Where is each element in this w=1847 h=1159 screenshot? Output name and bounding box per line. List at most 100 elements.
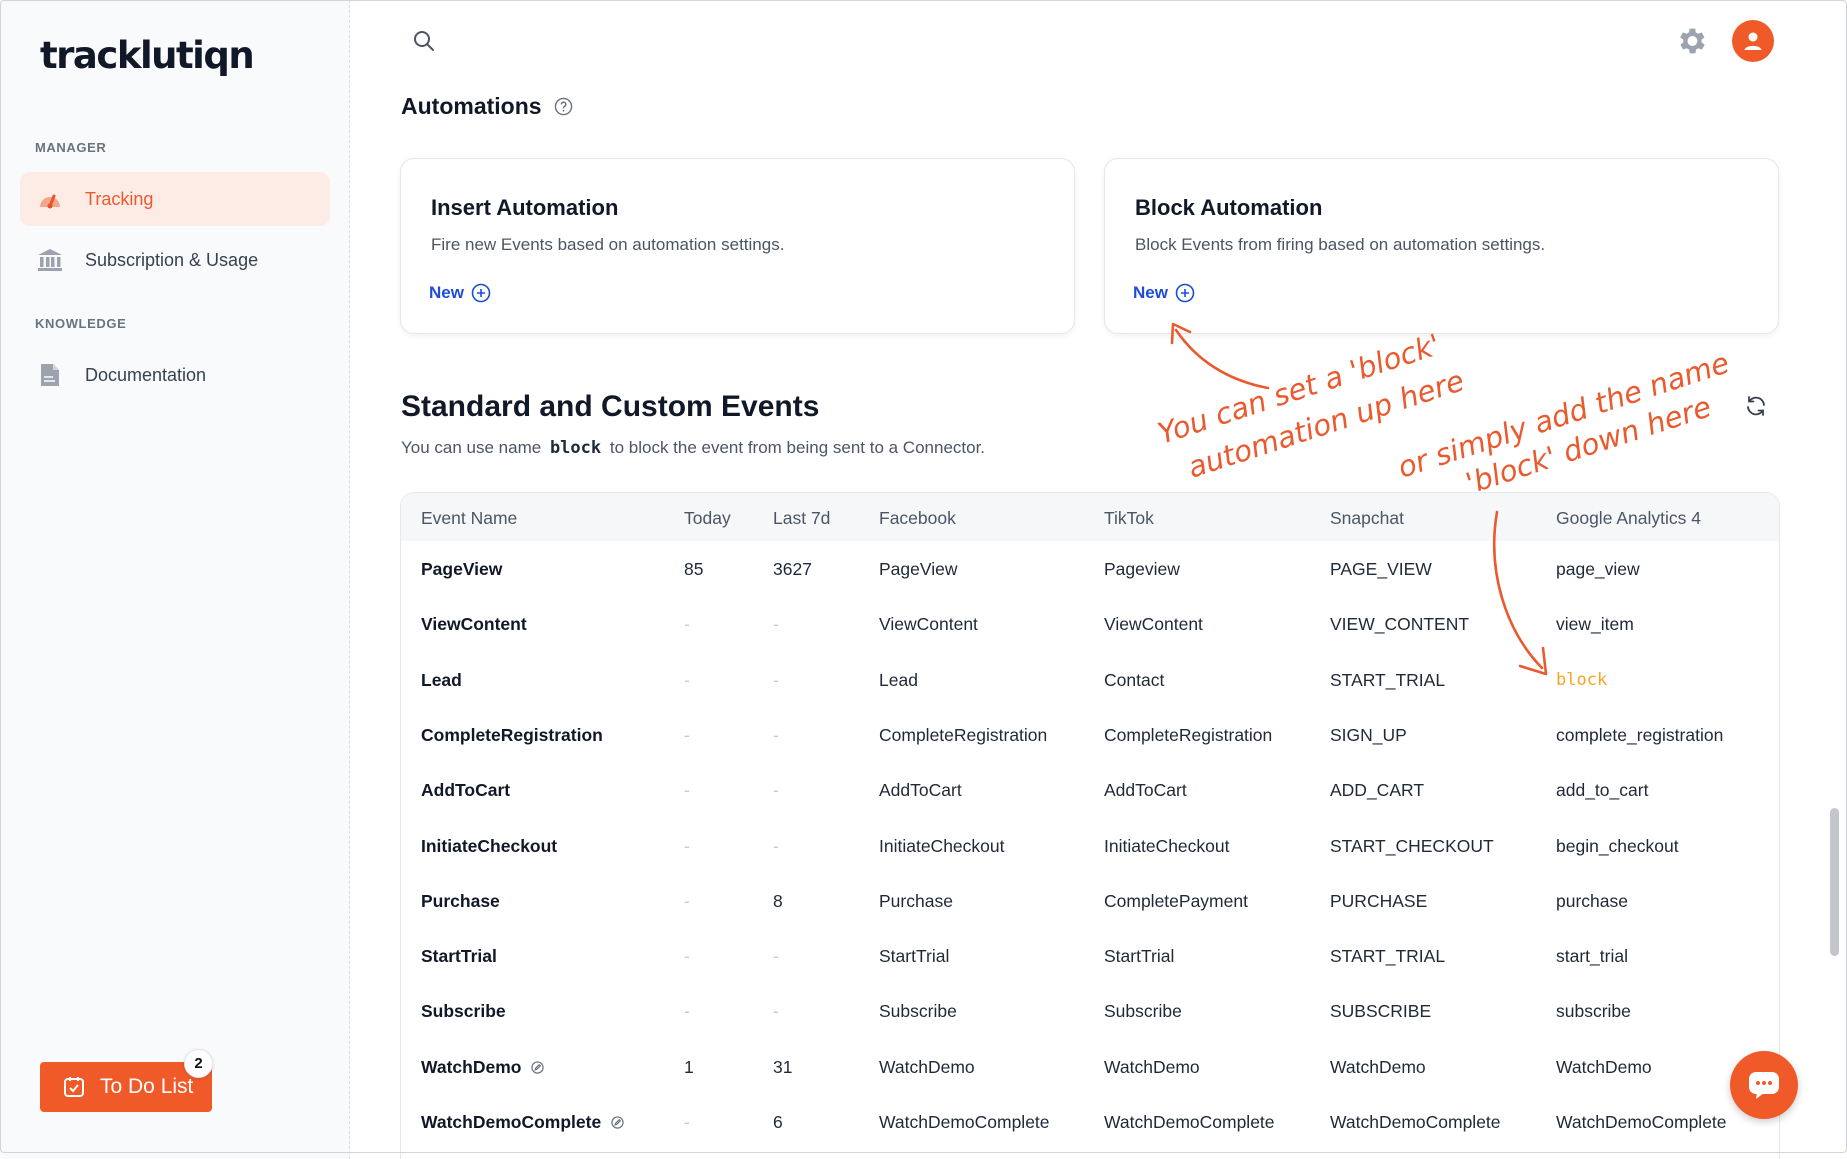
cell-text: subscribe — [1556, 1001, 1631, 1022]
cell-text: page_view — [1556, 559, 1640, 579]
column-header-ga4[interactable]: Google Analytics 4 — [1556, 508, 1701, 529]
cell-ga4: WatchDemoComplete — [1556, 1112, 1727, 1133]
app-logo[interactable]: tracklutiqn — [40, 34, 255, 77]
cell-today: - — [684, 780, 690, 801]
cell-text: CompleteRegistration — [421, 724, 603, 745]
plus-circle-icon — [471, 283, 491, 303]
cell-today: - — [684, 670, 690, 691]
cell-text: Pageview — [1104, 559, 1180, 579]
todo-count-badge: 2 — [184, 1049, 213, 1078]
cell-text: 3627 — [773, 559, 812, 579]
new-insert-automation-button[interactable]: New — [429, 283, 491, 303]
table-row[interactable]: ViewContent - - ViewContent ViewContent VIEW_… — [401, 596, 1779, 651]
cell-text: PageView — [879, 559, 958, 579]
cell-facebook: Purchase — [879, 891, 953, 912]
table-row[interactable]: Subscribe - - Subscribe Subscribe SUBSCRIBE su… — [401, 983, 1779, 1038]
subtitle-prefix: You can use name — [401, 438, 542, 457]
app-window: tracklutiqn MANAGER Tracking Subscriptio… — [0, 0, 1847, 1159]
subtitle-suffix: to block the event from being sent to a … — [609, 438, 986, 457]
cell-today: - — [684, 891, 690, 912]
table-row[interactable]: PageView 85 3627 PageView Pageview PAGE_VIEW p… — [401, 541, 1779, 596]
cell-text: CompleteRegistration — [879, 724, 1048, 745]
cell-tiktok: Subscribe — [1104, 1001, 1182, 1022]
cell-today: - — [684, 725, 690, 746]
column-header-today[interactable]: Today — [684, 508, 731, 529]
cell-text: ViewContent — [879, 614, 978, 635]
cell-tiktok: CompleteRegistration — [1104, 725, 1272, 746]
table-row[interactable]: WatchDemoComplete - 6 WatchDemoComplete Watc… — [401, 1094, 1779, 1149]
cell-text: PURCHASE — [1330, 890, 1428, 911]
column-header-last7d[interactable]: Last 7d — [773, 508, 830, 529]
cell-snapchat: VIEW_CONTENT — [1330, 614, 1469, 635]
vertical-scrollbar[interactable] — [1830, 808, 1839, 956]
refresh-icon[interactable] — [1744, 394, 1768, 423]
cell-name: WatchDemoComplete — [421, 1112, 624, 1133]
calendar-check-icon — [62, 1075, 86, 1099]
user-icon — [1744, 32, 1762, 50]
sidebar-item-documentation[interactable]: Documentation — [20, 348, 330, 402]
chat-button[interactable] — [1730, 1051, 1798, 1119]
section-label-knowledge: KNOWLEDGE — [35, 316, 127, 331]
cell-text: 85 — [684, 559, 704, 579]
cell-text: - — [684, 1112, 690, 1132]
table-row[interactable]: Purchase - 8 Purchase CompletePayment PURCHAS… — [401, 873, 1779, 928]
cell-last7: 6 — [773, 1112, 783, 1133]
user-avatar[interactable] — [1732, 20, 1774, 62]
cell-facebook: StartTrial — [879, 946, 949, 967]
table-row[interactable]: CompleteRegistration - - CompleteRegistrati… — [401, 707, 1779, 762]
card-title: Insert Automation — [431, 195, 619, 220]
new-label: New — [1133, 283, 1168, 302]
table-row[interactable]: WatchDemo 1 31 WatchDemo WatchDemo WatchDemo W… — [401, 1039, 1779, 1094]
edit-pencil-icon[interactable] — [611, 1116, 624, 1129]
tracking-gauge-icon — [37, 186, 63, 212]
table-row[interactable]: InitiateCheckout - - InitiateCheckout Initia… — [401, 818, 1779, 873]
cell-last7: - — [773, 614, 779, 635]
cell-last7: - — [773, 1001, 779, 1022]
cell-text: START_CHECKOUT — [1330, 835, 1494, 856]
table-row[interactable]: AddToCart - - AddToCart AddToCart ADD_CART add… — [401, 762, 1779, 817]
cell-ga4: subscribe — [1556, 1001, 1631, 1022]
sidebar-item-subscription[interactable]: Subscription & Usage — [20, 233, 330, 287]
sidebar-item-tracking[interactable]: Tracking — [20, 172, 330, 226]
cell-facebook: CompleteRegistration — [879, 725, 1047, 746]
cell-name: AddToCart — [421, 780, 510, 801]
column-header-facebook[interactable]: Facebook — [879, 508, 956, 529]
column-header-tiktok[interactable]: TikTok — [1104, 508, 1154, 529]
cell-tiktok: WatchDemo — [1104, 1057, 1200, 1078]
cell-facebook: InitiateCheckout — [879, 836, 1005, 857]
edit-pencil-icon[interactable] — [531, 1061, 545, 1074]
column-header-event-name[interactable]: Event Name — [421, 508, 517, 529]
help-icon[interactable] — [554, 97, 573, 116]
cell-text: - — [773, 835, 779, 856]
column-header-snapchat[interactable]: Snapchat — [1330, 508, 1404, 529]
gear-icon[interactable] — [1674, 24, 1708, 63]
cell-snapchat: SIGN_UP — [1330, 725, 1407, 746]
cell-snapchat: WatchDemoComplete — [1330, 1112, 1501, 1133]
cell-snapchat: PAGE_VIEW — [1330, 559, 1432, 580]
cell-text: StartTrial — [879, 946, 950, 967]
cell-tiktok: ViewContent — [1104, 614, 1203, 635]
cell-text: - — [684, 780, 690, 801]
search-icon[interactable] — [412, 29, 436, 58]
annotation-note2-line1: or simply add the name — [1394, 345, 1734, 484]
cell-facebook: WatchDemoComplete — [879, 1112, 1050, 1133]
cell-snapchat: ADD_CART — [1330, 780, 1424, 801]
table-row[interactable]: Lead - - Lead Contact START_TRIAL block — [401, 652, 1779, 707]
cell-ga4: WatchDemo — [1556, 1057, 1652, 1078]
cell-name: StartTrial — [421, 946, 497, 967]
new-block-automation-button[interactable]: New — [1133, 283, 1195, 303]
table-row[interactable]: StartTrial - - StartTrial StartTrial START_TR… — [401, 928, 1779, 983]
annotation-note1-line1: You can set a 'block' — [1154, 327, 1445, 450]
cell-snapchat: START_TRIAL — [1330, 670, 1445, 691]
card-description: Block Events from firing based on automa… — [1135, 235, 1546, 254]
cell-text: WatchDemo — [1104, 1056, 1200, 1077]
cell-text: - — [684, 835, 690, 856]
todo-list-label: To Do List — [100, 1075, 194, 1098]
card-title: Block Automation — [1135, 195, 1323, 220]
cell-ga4: begin_checkout — [1556, 836, 1679, 857]
cell-text: StartTrial — [1104, 946, 1175, 967]
cell-last7: - — [773, 670, 779, 691]
cell-text: InitiateCheckout — [879, 835, 1005, 856]
cell-tiktok: InitiateCheckout — [1104, 836, 1230, 857]
cell-text: SUBSCRIBE — [1330, 1001, 1432, 1022]
